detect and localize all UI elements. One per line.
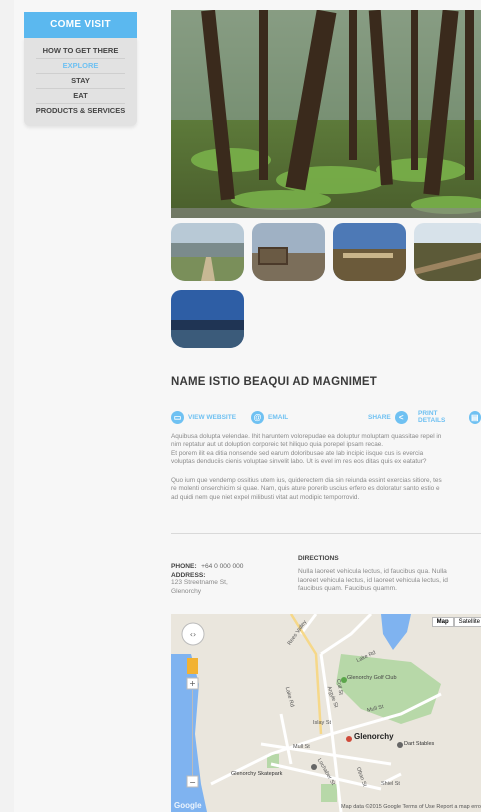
- address-line-1: 123 Streetname St,: [171, 579, 228, 586]
- sidebar: COME VISIT HOW TO GET THERE EXPLORE STAY…: [24, 12, 137, 126]
- sidebar-heading: COME VISIT: [24, 12, 137, 38]
- map-label-dart-stables: Dart Stables: [404, 741, 435, 747]
- phone-value: +64 0 000 000: [201, 563, 244, 570]
- sidebar-item-stay[interactable]: STAY: [36, 74, 125, 89]
- description-paragraph-1: Aquibusa dolupta velendae. Ihit haruntem…: [171, 433, 481, 466]
- directions-line-1: Nulla laoreet vehicula lectus, id faucib…: [298, 568, 447, 575]
- map-type-satellite-button[interactable]: Satellite: [453, 617, 481, 627]
- sidebar-menu: HOW TO GET THERE EXPLORE STAY EAT PRODUC…: [24, 38, 137, 126]
- sidebar-item-how-to-get-there[interactable]: HOW TO GET THERE: [36, 44, 125, 59]
- svg-text:‹›: ‹›: [190, 630, 196, 639]
- map-footer[interactable]: Map data ©2015 Google Terms of Use Repor…: [341, 804, 481, 810]
- share-label: SHARE: [368, 413, 391, 421]
- address-line-2: Glenorchy: [171, 587, 202, 595]
- listing-title: NAME ISTIO BEAQUI AD MAGNIMET: [171, 376, 377, 388]
- email-label: EMAIL: [268, 413, 289, 421]
- sidebar-item-explore[interactable]: EXPLORE: [36, 59, 125, 74]
- map-label-golf-club: Glenorchy Golf Club: [347, 675, 397, 681]
- description-line: Aquibusa dolupta velendae. Ihit haruntem…: [171, 433, 442, 440]
- thumbnail-lake-boardwalk[interactable]: [171, 223, 244, 281]
- view-website-link[interactable]: ▭ VIEW WEBSITE: [171, 409, 236, 425]
- description-paragraph-2: Quo ium que vendemp ossitius utem ius, q…: [171, 477, 481, 502]
- directions-line-3: faucibus quam. Faucibus quamm.: [298, 585, 397, 592]
- description-line: re molenti onserchicim si quae. Nam, qui…: [171, 485, 440, 493]
- map-label-skatepark: Glenorchy Skatepark: [231, 771, 283, 777]
- phone-block: PHONE: +64 0 000 000: [171, 555, 243, 573]
- listing-actions: ▭ VIEW WEBSITE @ EMAIL SHARE < PRINT DET…: [171, 409, 481, 425]
- address-block: ADDRESS: 123 Streetname St, Glenorchy: [171, 572, 228, 596]
- print-details-label: PRINT DETAILS: [418, 410, 446, 424]
- view-website-label: VIEW WEBSITE: [188, 413, 237, 421]
- description-line: voluptas denduciis cienis voluptae sinve…: [171, 457, 427, 465]
- directions-label: DIRECTIONS: [298, 555, 339, 562]
- svg-text:−: −: [189, 778, 196, 787]
- map-label-islay-st: Islay St: [313, 720, 332, 726]
- share-icon: <: [394, 410, 408, 424]
- directions-block: DIRECTIONS Nulla laoreet vehicula lectus…: [298, 555, 481, 594]
- monitor-icon: ▭: [171, 410, 184, 424]
- description-line: ad quidi nem que niet expel milibusti vi…: [171, 493, 360, 501]
- email-link[interactable]: @ EMAIL: [251, 409, 288, 425]
- print-details-link[interactable]: PRINT DETAILS ▤: [418, 409, 481, 425]
- at-icon: @: [251, 410, 264, 424]
- print-icon: ▤: [468, 410, 481, 424]
- svg-text:+: +: [189, 679, 196, 688]
- thumbnail-wetland[interactable]: [333, 223, 406, 281]
- map-type-map-button[interactable]: Map: [431, 617, 454, 627]
- location-map[interactable]: ‹› + − Glenorchy Golf Club Glenorchy Gle…: [171, 614, 481, 812]
- description-line: Et porem ilit ea ditia nonsende sed earu…: [171, 449, 424, 457]
- map-label-shiel-st: Shiel St: [381, 781, 400, 787]
- thumbnail-bridge[interactable]: [414, 223, 481, 281]
- address-label: ADDRESS:: [171, 572, 206, 579]
- thumbnail-lake-panorama[interactable]: [171, 290, 244, 348]
- directions-line-2: laoreet vehicula lectus, id laoreet vehi…: [298, 576, 448, 584]
- section-divider: [171, 533, 481, 534]
- sidebar-item-eat[interactable]: EAT: [36, 89, 125, 104]
- map-label-town: Glenorchy: [354, 732, 394, 741]
- hero-image: [171, 10, 481, 218]
- google-logo: Google: [174, 801, 202, 810]
- description-line: Quo ium que vendemp ossitius utem ius, q…: [171, 477, 442, 484]
- phone-label: PHONE:: [171, 563, 197, 570]
- map-type-control: Map Satellite: [431, 617, 481, 627]
- share-link[interactable]: SHARE <: [368, 409, 408, 425]
- map-label-mull-st-2: Mull St: [293, 744, 310, 750]
- thumbnail-sign[interactable]: [252, 223, 325, 281]
- description-line: nim reptatur aut ut doluption corporeic …: [171, 441, 384, 449]
- sidebar-item-products-services[interactable]: PRODUCTS & SERVICES: [26, 104, 135, 118]
